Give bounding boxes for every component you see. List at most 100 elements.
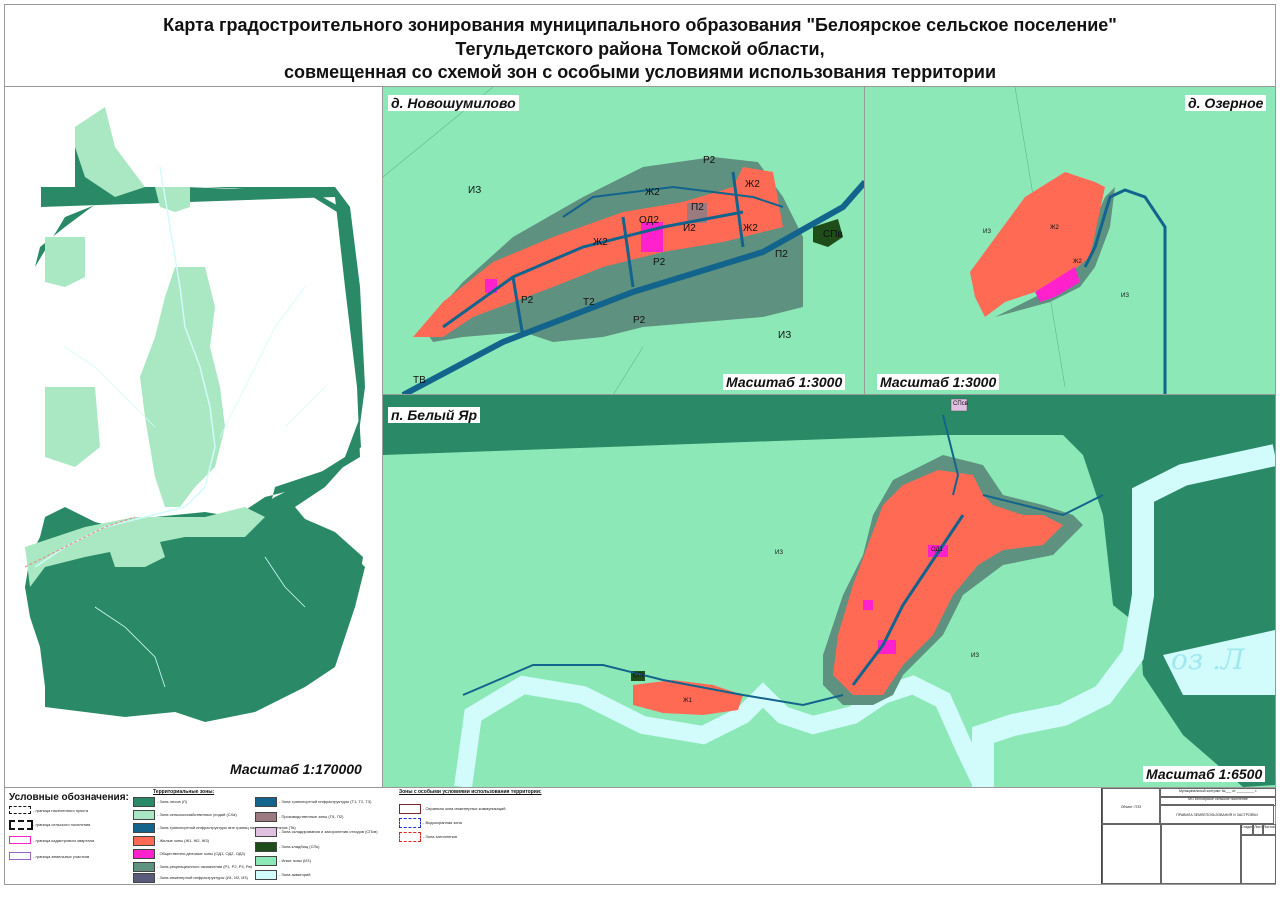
- legend-swatch-transport: [255, 797, 277, 807]
- legend-text: - Иные зоны (ИЗ): [279, 858, 311, 863]
- title-block-signatures: [1102, 824, 1162, 884]
- zone-label: П2: [775, 249, 788, 260]
- zone-label: СПк: [633, 673, 645, 679]
- legend-swatch-public: [133, 849, 155, 859]
- ozernoe-place-label: д. Озерное: [1185, 95, 1267, 111]
- belyi-yar-scale-label: Масштаб 1:6500: [1143, 766, 1266, 782]
- zone-label: Р2: [521, 295, 534, 306]
- overview-agri-strip-1: [155, 187, 190, 212]
- legend-panel: Условные обозначения: - граница населенн…: [4, 787, 1276, 885]
- zone-label: ИЗ: [1121, 293, 1129, 299]
- zone-label: И2: [683, 223, 696, 234]
- zone-label: Т2: [583, 297, 595, 308]
- overview-stream-2: [219, 286, 306, 438]
- title-block-description: [1160, 824, 1242, 884]
- legend-territorial-title: Территориальные зоны:: [153, 789, 215, 795]
- legend-special-title: Зоны с особыми условиями использования т…: [399, 789, 542, 795]
- zone-label: СПв: [823, 229, 843, 240]
- legend-swatch-flood: [399, 832, 421, 842]
- legend-text: - Зона рекреационного назначения (Р1, Р2…: [157, 864, 253, 869]
- legend-swatch-cadastral-quarter: [9, 836, 31, 844]
- legend-swatch-production: [255, 812, 277, 822]
- legend-swatch-water: [255, 870, 277, 880]
- legend-swatch-agri: [133, 810, 155, 820]
- legend-text: - Производственные зоны (П1, П2): [279, 814, 344, 819]
- legend-swatch-residential: [133, 836, 155, 846]
- legend-swatch-cemetery: [255, 842, 277, 852]
- legend-text: - Общественно-деловые зоны (ОД1, ОД2, ОД…: [157, 851, 245, 856]
- legend-text: - граница населенного пункта: [33, 808, 89, 813]
- legend-swatch-settlement-boundary: [9, 806, 31, 814]
- legend-text: - Зона акваторий: [279, 872, 311, 877]
- belyi-yar-forest-east: [1133, 475, 1275, 787]
- legend-text: - граница земельных участков: [33, 854, 90, 859]
- novoshumilovo-map: [383, 87, 865, 395]
- title-block: Объект: ПЗЗ Муниципальный контракт №___ …: [1101, 788, 1276, 884]
- legend-swatch-rural-boundary: [9, 820, 33, 830]
- zone-label: ИЗ: [971, 653, 979, 659]
- title-block-document: ПРАВИЛА ЗЕМЛЕПОЛЬЗОВАНИЯ И ЗАСТРОЙКИ: [1160, 804, 1274, 824]
- zone-label: Ж2: [743, 223, 758, 234]
- legend-text: - Зона транспортной инфраструктуры (Т1, …: [279, 799, 372, 804]
- zone-label: ИЗ: [775, 550, 783, 556]
- legend-text: - Водоохранная зона: [423, 820, 462, 825]
- zone-label: П2: [691, 202, 704, 213]
- zone-label: Р2: [653, 257, 666, 268]
- legend-text: - Жилые зоны (Ж1, Ж2, Ж3): [157, 838, 209, 843]
- legend-text: - Зона сельскохозяйственных угодий (СХа): [157, 812, 237, 817]
- legend-text: - граница кадастрового квартала: [33, 838, 95, 843]
- legend-text: - Зона инженерной инфраструктуры (И1, И2…: [157, 875, 248, 880]
- legend-swatch-transport-outer: [133, 823, 155, 833]
- zone-label: ИЗ: [778, 330, 792, 341]
- overview-agri-west-2: [45, 387, 100, 467]
- title-block-object: Объект: ПЗЗ: [1102, 788, 1160, 824]
- map-title-line-2: Тегульдетского района Томской области,: [455, 39, 825, 59]
- zone-label: СПсв: [953, 401, 968, 407]
- ozernoe-map-panel: д. Озерное ИЗ Ж2 Ж2 ИЗ Масштаб 1:3000: [864, 86, 1276, 396]
- title-block-org: [1240, 834, 1276, 884]
- zone-label: Ж1: [683, 698, 692, 704]
- overview-map: [24, 107, 365, 722]
- zone-label: Ж2: [645, 187, 660, 198]
- zone-label: Ж2: [1050, 225, 1059, 231]
- novoshumilovo-scale-label: Масштаб 1:3000: [723, 374, 846, 390]
- legend-swatch-land-plot: [9, 852, 31, 860]
- zone-label: Ж2: [1073, 259, 1082, 265]
- legend-text: - Зона лесов (Л): [157, 799, 187, 804]
- zone-label: Р2: [633, 315, 646, 326]
- belyi-yar-place-label: п. Белый Яр: [388, 407, 481, 423]
- belyi-yar-lake-label: оз .Л: [1171, 643, 1245, 676]
- zone-label: ИЗ: [468, 185, 482, 196]
- legend-swatch-other: [255, 856, 277, 866]
- zone-label: ОД1: [931, 547, 943, 553]
- legend-text: - Охранная зона инженерных коммуникаций: [423, 806, 506, 811]
- zone-label: ИЗ: [983, 229, 991, 235]
- zone-label: Ж2: [745, 179, 760, 190]
- zone-label: ОД2: [639, 215, 659, 226]
- legend-title: Условные обозначения:: [9, 792, 129, 803]
- zone-label: ТВ: [413, 375, 426, 386]
- overview-scale-label: Масштаб 1:170000: [227, 761, 365, 777]
- legend-text: - граница сельского поселения: [33, 822, 91, 827]
- novoshumilovo-path-thin: [612, 346, 644, 395]
- legend-swatch-recreation: [133, 862, 155, 872]
- novoshumilovo-map-panel: д. Новошумилово Р2 Ж2 Ж2 ОД2 П2 И2 Ж2 Ж2…: [382, 86, 866, 396]
- belyi-yar-public-zone-3: [863, 600, 873, 610]
- zone-label: Ж2: [593, 237, 608, 248]
- legend-swatch-water-protection: [399, 818, 421, 828]
- map-title-line-1: Карта градостроительного зонирования мун…: [163, 15, 1117, 35]
- map-title-box: Карта градостроительного зонирования мун…: [4, 4, 1276, 88]
- belyi-yar-map: [383, 395, 1275, 787]
- overview-stream-5: [284, 386, 326, 428]
- ozernoe-map: [970, 87, 1167, 395]
- zone-label: Р2: [703, 155, 716, 166]
- legend-text: - Зона затопления: [423, 834, 457, 839]
- legend-text: - Зона складирования и захоронения отход…: [279, 829, 378, 834]
- legend-swatch-engineering-protection: [399, 804, 421, 814]
- map-title-line-3: совмещенная со схемой зон с особыми усло…: [283, 62, 997, 82]
- legend-text: - Зона кладбищ (СПк): [279, 844, 320, 849]
- legend-swatch-forest: [133, 797, 155, 807]
- legend-swatch-waste: [255, 827, 277, 837]
- belyi-yar-map-panel: п. Белый Яр СПсв ИЗ ИЗ СПк Ж1 ОД1 оз .Л …: [382, 394, 1276, 788]
- legend-swatch-engineering: [133, 873, 155, 883]
